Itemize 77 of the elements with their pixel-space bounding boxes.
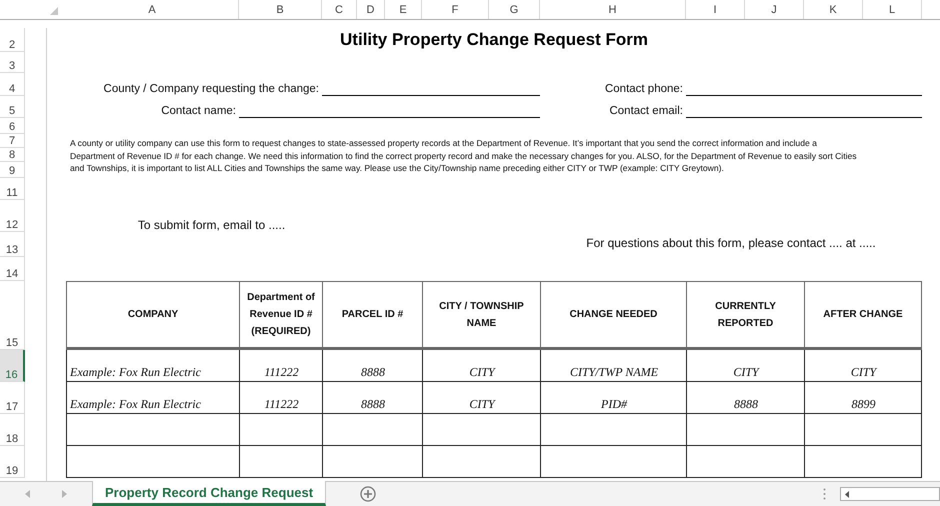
column-header[interactable]: I [686, 0, 745, 19]
row-header[interactable]: 4 [0, 73, 25, 96]
field-label: Contact phone: [604, 83, 684, 96]
empty-cell[interactable] [239, 414, 322, 446]
empty-cell[interactable] [66, 446, 239, 478]
column-header[interactable]: J [745, 0, 804, 19]
row-header[interactable]: 14 [0, 257, 25, 281]
empty-cell[interactable] [422, 414, 540, 446]
submit-note: To submit form, email to ..... [138, 218, 286, 232]
row-header[interactable]: 16 [0, 350, 25, 382]
table-cell: Example: Fox Run Electric [66, 350, 239, 382]
column-heading: CITY / TOWNSHIP NAME [422, 281, 540, 350]
column-header[interactable]: H [540, 0, 686, 19]
empty-cell[interactable] [540, 446, 686, 478]
field-label: Contact name: [161, 105, 237, 118]
column-heading: CHANGE NEEDED [540, 281, 686, 350]
row-header[interactable]: 17 [0, 382, 25, 414]
column-header[interactable]: G [489, 0, 540, 19]
table-cell: CITY [422, 350, 540, 382]
table-cell: 8888 [686, 382, 804, 414]
empty-cell[interactable] [540, 414, 686, 446]
column-heading: AFTER CHANGE [804, 281, 922, 350]
row-header[interactable]: 7 [0, 134, 25, 148]
table-cell: 8888 [322, 382, 422, 414]
empty-cell[interactable] [322, 414, 422, 446]
column-header[interactable]: E [385, 0, 422, 19]
column-header[interactable]: B [239, 0, 322, 19]
scroll-left-icon[interactable] [845, 490, 850, 498]
table-cell: 111222 [239, 350, 322, 382]
table-cell: 8888 [322, 350, 422, 382]
column-heading: CURRENTLY REPORTED [686, 281, 804, 350]
row-header[interactable]: 3 [0, 52, 25, 73]
empty-cell[interactable] [422, 446, 540, 478]
empty-cell[interactable] [322, 446, 422, 478]
column-heading: COMPANY [66, 281, 239, 350]
column-header[interactable]: A [66, 0, 239, 19]
row-header[interactable]: 13 [0, 232, 25, 257]
column-header[interactable]: D [357, 0, 385, 19]
row-header[interactable]: 19 [0, 446, 25, 478]
field-label: County / Company requesting the change: [104, 83, 320, 96]
table-cell: 111222 [239, 382, 322, 414]
row-header[interactable]: 11 [0, 178, 25, 200]
table-cell: CITY/TWP NAME [540, 350, 686, 382]
row-header[interactable]: 5 [0, 96, 25, 118]
table-cell: 8899 [804, 382, 922, 414]
column-heading: Department of Revenue ID # (REQUIRED) [239, 281, 322, 350]
row-header[interactable]: 15 [0, 281, 25, 350]
row-header[interactable]: 8 [0, 148, 25, 162]
column-header[interactable]: F [422, 0, 489, 19]
empty-cell[interactable] [239, 446, 322, 478]
instructions-text: A county or utility company can use this form to request changes to state-assessed property records at the Department of Revenue. It’s important that you send the correct information and include a Department of Revenue ID # for each change. We need this information to find the correct property record and make the necessary changes for you. ALSO, for the Department of Revenue to easily sort Cities and Townships, it is important to list ALL Cities and Townships the same way. Please use the City/Township name preceding either CITY or TWP (example: CITY Greytown). [69, 137, 858, 175]
column-header[interactable]: K [804, 0, 863, 19]
column-header[interactable]: C [322, 0, 357, 19]
column-heading: PARCEL ID # [322, 281, 422, 350]
table-cell: PID# [540, 382, 686, 414]
row-header[interactable]: 6 [0, 118, 25, 134]
empty-cell[interactable] [804, 414, 922, 446]
row-header[interactable]: 9 [0, 162, 25, 178]
field-label: Contact email: [609, 105, 684, 118]
form-title: Utility Property Change Request Form [340, 30, 648, 50]
add-sheet-icon[interactable] [360, 486, 376, 502]
splitter-icon[interactable] [823, 488, 826, 500]
table-cell: CITY [804, 350, 922, 382]
column-header[interactable]: L [863, 0, 922, 19]
row-header[interactable]: 12 [0, 200, 25, 232]
horizontal-scrollbar[interactable] [840, 487, 940, 501]
empty-cell[interactable] [804, 446, 922, 478]
row-header[interactable]: 18 [0, 414, 25, 446]
sheet-tab[interactable]: Property Record Change Request [92, 481, 326, 506]
row-header[interactable]: 2 [0, 28, 25, 52]
empty-cell[interactable] [686, 414, 804, 446]
table-cell: Example: Fox Run Electric [66, 382, 239, 414]
empty-cell[interactable] [686, 446, 804, 478]
table-cell: CITY [686, 350, 804, 382]
empty-cell[interactable] [66, 414, 239, 446]
questions-note: For questions about this form, please contact .... at ..... [586, 236, 876, 252]
table-cell: CITY [422, 382, 540, 414]
